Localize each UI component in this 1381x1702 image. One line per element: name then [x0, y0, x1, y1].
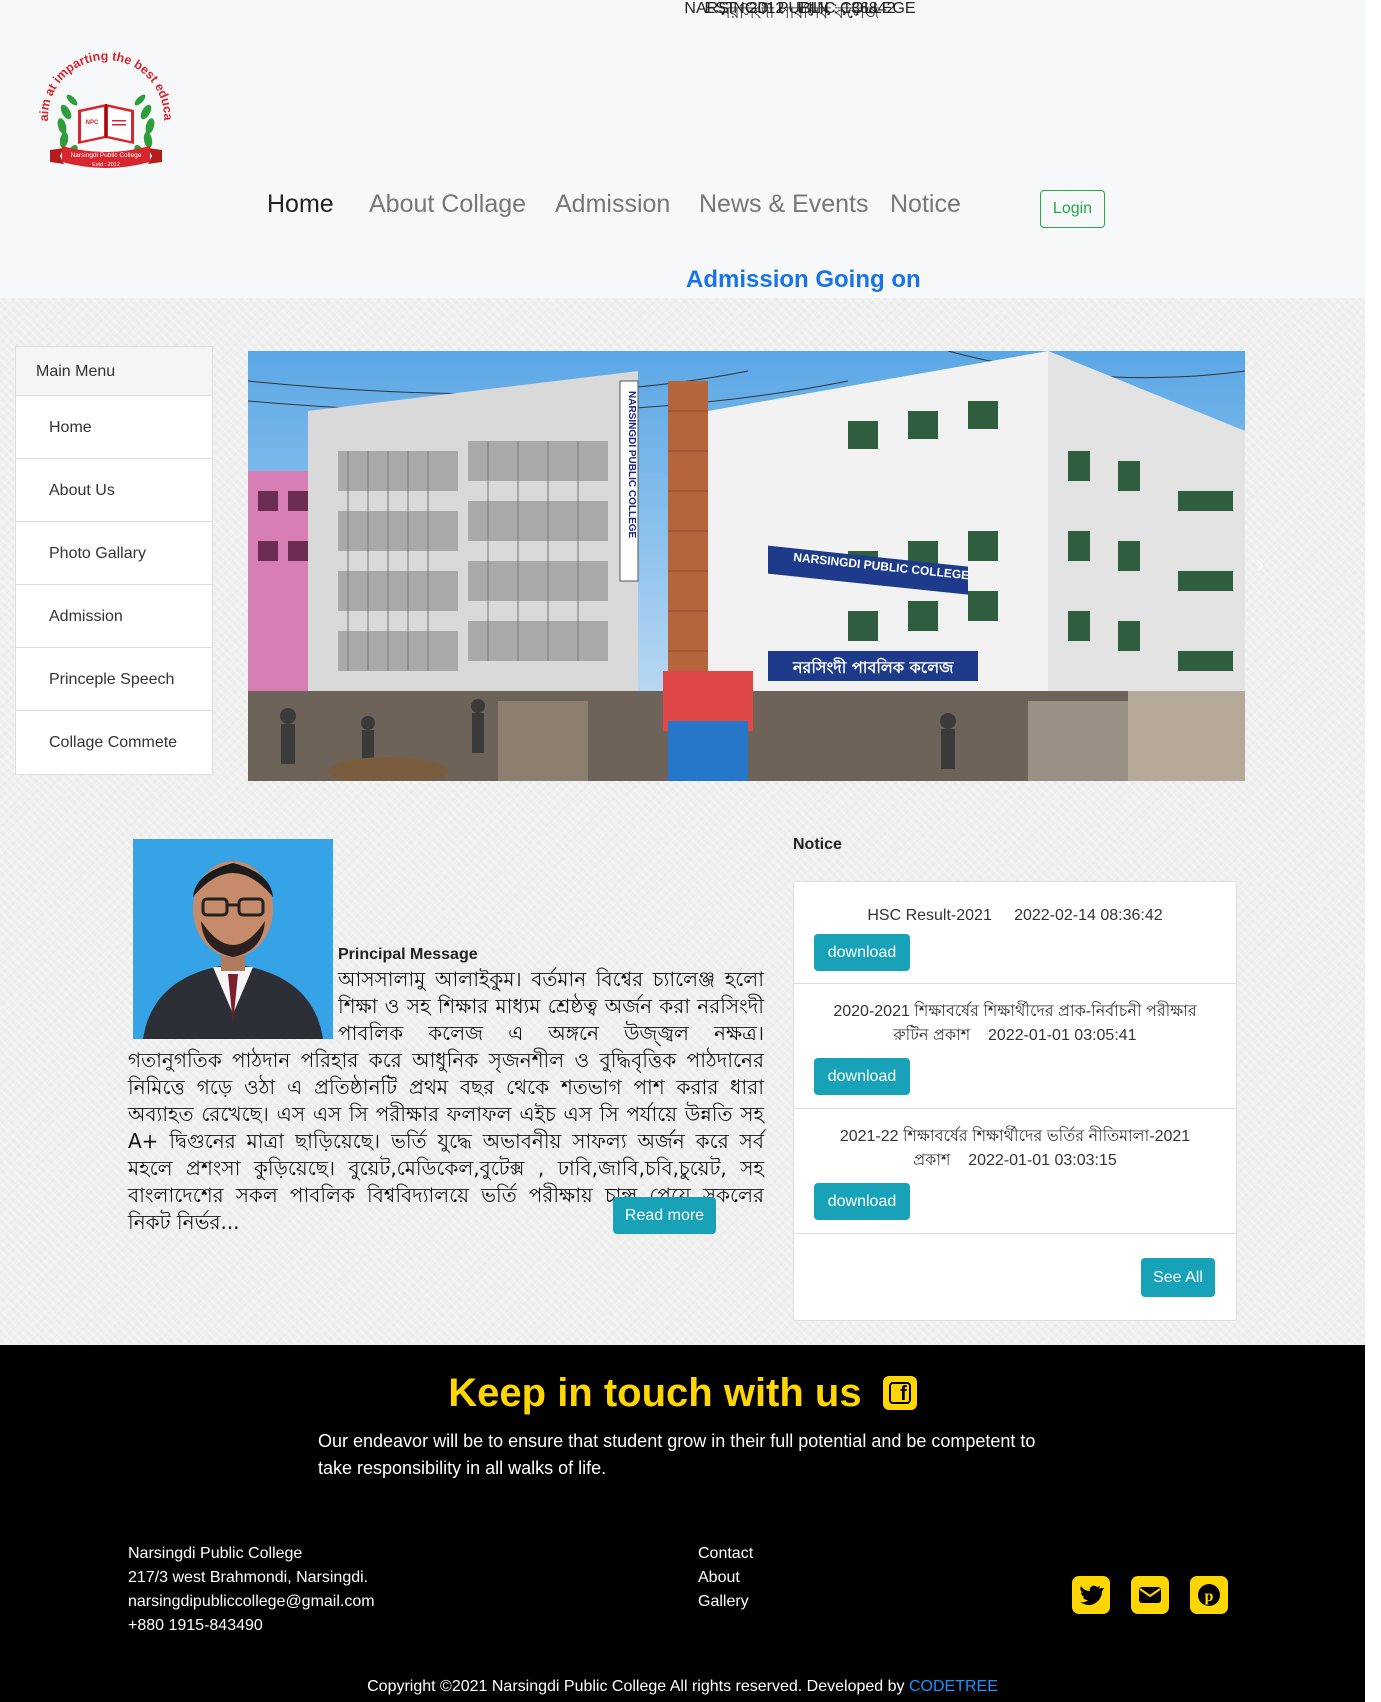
nav-news-events[interactable]: News & Events	[699, 190, 869, 219]
svg-text:NPC: NPC	[86, 120, 99, 126]
footer-street-address: 217/3 west Brahmondi, Narsingdi.	[128, 1569, 369, 1586]
twitter-icon[interactable]	[1072, 1576, 1110, 1614]
svg-text:Estd : 2012: Estd : 2012	[92, 162, 120, 168]
download-button[interactable]: download	[814, 934, 910, 971]
notice-item: 2021-22 শিক্ষাবর্ষের শিক্ষার্থীদের ভর্তি…	[794, 1109, 1236, 1234]
svg-text:NARSINGDI PUBLIC COLLEGE: NARSINGDI PUBLIC COLLEGE	[626, 391, 637, 539]
side-menu-title: Main Menu	[16, 347, 212, 396]
keep-in-touch-text: Keep in touch with us	[448, 1371, 862, 1415]
footer-lead-text: Our endeavor will be to ensure that stud…	[318, 1431, 1036, 1478]
notice-item: 2020-2021 শিক্ষাবর্ষের শিক্ষার্থীদের প্র…	[794, 984, 1236, 1109]
est-eiin-info: EST : 2012 EIIN : 136842	[704, 0, 896, 17]
admission-marquee[interactable]: Admission Going on	[686, 266, 921, 294]
footer-link-about[interactable]: About	[698, 1566, 753, 1590]
login-button[interactable]: Login	[1040, 190, 1105, 228]
notice-date: 2022-01-01 03:05:41	[988, 1027, 1137, 1044]
notice-board: HSC Result-2021 2022-02-14 08:36:42 down…	[793, 881, 1237, 1321]
footer-link-gallery[interactable]: Gallery	[698, 1590, 753, 1614]
nav-home[interactable]: Home	[267, 190, 334, 219]
copyright-notice: Copyright ©2021 Narsingdi Public College…	[367, 1678, 905, 1695]
hero-carousel[interactable]: NARSINGDI PUBLIC COLLEGE NARSINGDI PUBLI…	[248, 351, 1245, 781]
footer-address: Narsingdi Public College 217/3 west Brah…	[128, 1542, 375, 1638]
site-footer: Keep in touch with us f Our endeavor wil…	[0, 1345, 1365, 1702]
svg-text:Narsingdi Public College: Narsingdi Public College	[71, 152, 142, 159]
notice-date: 2022-01-01 03:03:15	[968, 1152, 1117, 1169]
svg-text:নরসিংদী পাবলিক কলেজ: নরসিংদী পাবলিক কলেজ	[792, 657, 954, 677]
download-button[interactable]: download	[814, 1058, 910, 1095]
footer-college-name: Narsingdi Public College	[128, 1545, 303, 1562]
side-menu-item-collage-commete[interactable]: Collage Commete	[16, 711, 212, 774]
copyright-text: Copyright ©2021 Narsingdi Public College…	[0, 1678, 1365, 1696]
footer-title: Keep in touch with us f	[0, 1371, 1365, 1416]
envelope-icon[interactable]	[1131, 1576, 1169, 1614]
nav-admission[interactable]: Admission	[555, 190, 670, 219]
college-building-photo: NARSINGDI PUBLIC COLLEGE NARSINGDI PUBLI…	[248, 351, 1245, 781]
site-header: We aim at imparting the best education N…	[0, 0, 1365, 298]
pinterest-icon[interactable]: p	[1190, 1576, 1228, 1614]
side-menu-item-principle-speech[interactable]: Princeple Speech	[16, 648, 212, 711]
notice-item: HSC Result-2021 2022-02-14 08:36:42 down…	[794, 882, 1236, 984]
side-menu-item-about-us[interactable]: About Us	[16, 459, 212, 522]
nav-notice[interactable]: Notice	[890, 190, 961, 219]
side-menu-item-home[interactable]: Home	[16, 396, 212, 459]
footer-email[interactable]: narsingdipubliccollege@gmail.com	[128, 1590, 375, 1614]
footer-link-contact[interactable]: Contact	[698, 1542, 753, 1566]
notice-heading: Notice	[793, 836, 842, 853]
side-menu-item-photo-gallery[interactable]: Photo Gallary	[16, 522, 212, 585]
college-logo[interactable]: We aim at imparting the best education N…	[36, 40, 176, 180]
developer-link[interactable]: CODETREE	[909, 1678, 998, 1695]
notice-item-text: 2020-2021 শিক্ষাবর্ষের শিক্ষার্থীদের প্র…	[794, 1000, 1236, 1048]
download-button[interactable]: download	[814, 1183, 910, 1220]
footer-links: Contact About Gallery	[698, 1542, 753, 1614]
notice-item-text: HSC Result-2021 2022-02-14 08:36:42	[794, 904, 1236, 928]
facebook-icon[interactable]: f	[882, 1376, 917, 1410]
side-menu-item-admission[interactable]: Admission	[16, 585, 212, 648]
text-wrap-spacer	[128, 966, 338, 1036]
svg-text:p: p	[1205, 1588, 1214, 1605]
main-nav: Home About Collage Admission News & Even…	[0, 190, 1365, 230]
principal-message-text: আসসালামু আলাইকুম। বর্তমান বিশ্বের চ্যালে…	[128, 966, 764, 1236]
notice-date: 2022-02-14 08:36:42	[1014, 907, 1163, 924]
notice-title: HSC Result-2021	[867, 907, 992, 924]
see-all-button[interactable]: See All	[1141, 1258, 1215, 1297]
nav-about-collage[interactable]: About Collage	[369, 190, 526, 219]
read-more-button[interactable]: Read more	[613, 1197, 716, 1234]
footer-phone[interactable]: +880 1915-843490	[128, 1614, 375, 1638]
side-main-menu: Main Menu Home About Us Photo Gallary Ad…	[15, 346, 213, 775]
principal-message-title: Principal Message	[338, 946, 478, 963]
notice-item-text: 2021-22 শিক্ষাবর্ষের শিক্ষার্থীদের ভর্তি…	[794, 1125, 1236, 1173]
carousel-next-chevron-right-icon[interactable]: ›	[1255, 548, 1264, 580]
